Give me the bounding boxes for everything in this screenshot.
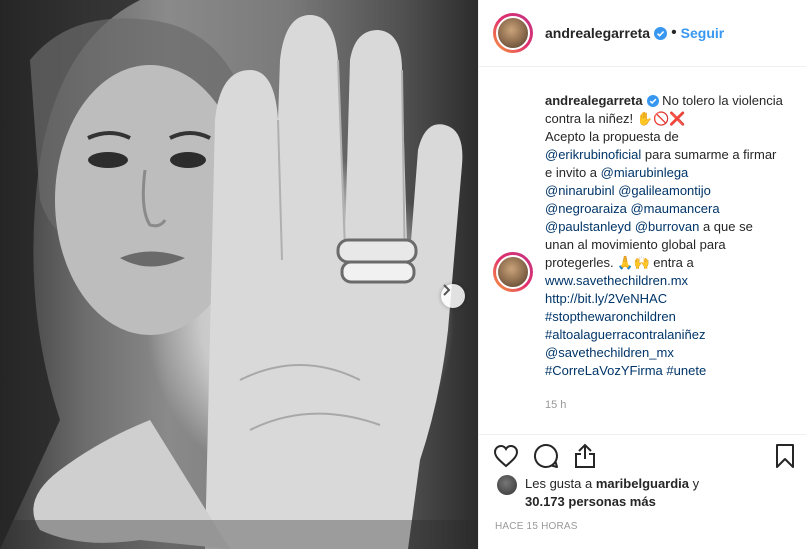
author-avatar[interactable] (493, 13, 533, 53)
mention-link[interactable]: @burrovan (635, 219, 700, 234)
photo-illustration (0, 0, 478, 549)
url-link[interactable]: www.savethechildren.mx (545, 272, 785, 290)
mention-link[interactable]: @miarubinlega (601, 165, 689, 180)
follow-button[interactable]: Seguir (681, 25, 725, 41)
avatar-photo (496, 16, 530, 50)
liker-avatar[interactable] (497, 475, 517, 495)
caption-timestamp[interactable]: 15 h (545, 396, 785, 414)
next-photo-button[interactable] (441, 284, 465, 308)
comments-section: andrealegarreta No tolero la violencia c… (479, 68, 806, 434)
likes-prefix: Les gusta a (525, 476, 596, 491)
url-link[interactable]: http://bit.ly/2VeNHAC (545, 290, 785, 308)
post-photo[interactable] (0, 0, 478, 549)
caption-avatar[interactable] (493, 252, 533, 292)
verified-badge-icon (646, 95, 659, 107)
hashtag-link[interactable]: #unete (666, 363, 706, 378)
hashtag-link[interactable]: #altoalaguerracontralaniñez (545, 326, 785, 344)
heart-icon[interactable] (493, 444, 519, 468)
mention-link[interactable]: @paulstanleyd (545, 219, 631, 234)
share-icon[interactable] (573, 443, 597, 469)
comment-icon[interactable] (533, 443, 559, 469)
hashtag-link[interactable]: #stopthewaronchildren (545, 308, 785, 326)
caption-text: andrealegarreta No tolero la violencia c… (545, 92, 785, 414)
author-username[interactable]: andrealegarreta (545, 25, 650, 41)
avatar-photo (496, 255, 530, 289)
post-timestamp[interactable]: HACE 15 HORAS (479, 521, 806, 532)
mention-link[interactable]: @maumancera (630, 201, 719, 216)
likes-mid: y (689, 476, 700, 491)
hashtag-link[interactable]: #CorreLaVozYFirma (545, 363, 663, 378)
caption-username[interactable]: andrealegarreta (545, 93, 643, 108)
likes-summary: Les gusta a maribelguardia y 30.173 pers… (479, 475, 806, 511)
caption-line-2: Acepto la propuesta de (545, 129, 679, 144)
post-actions: Les gusta a maribelguardia y 30.173 pers… (479, 434, 806, 549)
separator-dot: • (671, 24, 677, 41)
chevron-right-icon (443, 284, 451, 296)
mention-link[interactable]: @galileamontijo (618, 183, 711, 198)
mention-link[interactable]: @savethechildren_mx (545, 344, 785, 362)
mention-link[interactable]: @negroaraiza (545, 201, 627, 216)
verified-badge-icon (654, 26, 668, 40)
post-header: andrealegarreta • Seguir (479, 0, 806, 67)
mention-link[interactable]: @erikrubinoficial (545, 147, 641, 162)
likes-count[interactable]: 30.173 personas más (525, 494, 656, 509)
bookmark-icon[interactable] (775, 443, 795, 469)
mention-link[interactable]: @ninarubinl (545, 183, 615, 198)
post-panel: andrealegarreta • Seguir andrealegarreta… (478, 0, 806, 549)
liker-username[interactable]: maribelguardia (596, 476, 689, 491)
